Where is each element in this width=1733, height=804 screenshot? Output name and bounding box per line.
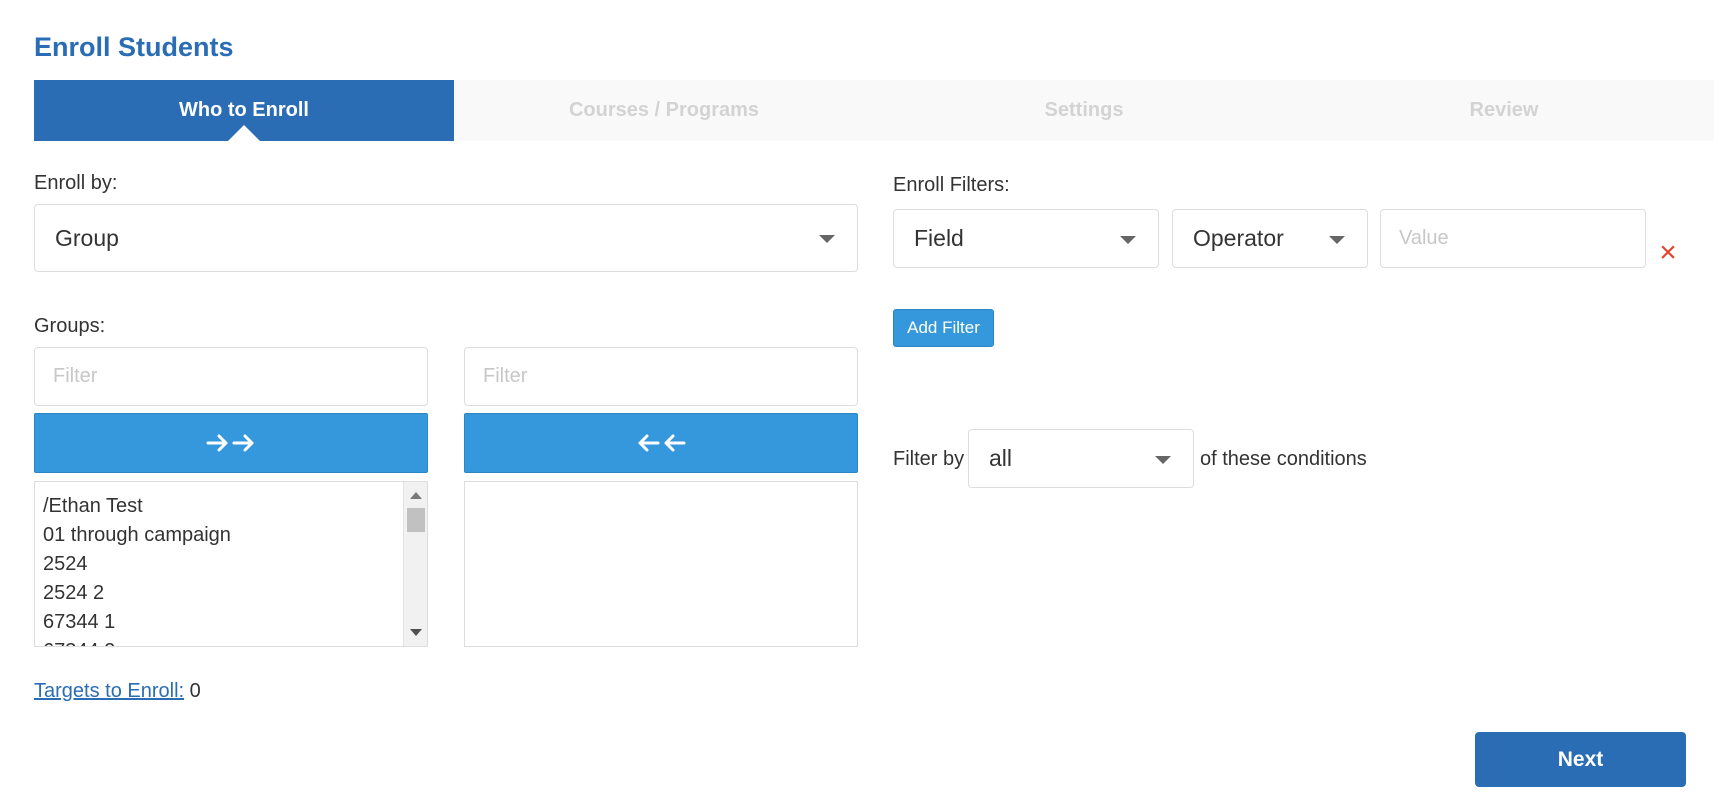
- enroll-by-label: Enroll by:: [34, 172, 118, 194]
- remove-filter-icon[interactable]: ×: [1656, 238, 1680, 268]
- list-item[interactable]: 67344 1: [43, 608, 231, 637]
- enroll-by-select[interactable]: Group: [34, 204, 858, 272]
- filter-operator-value: Operator: [1193, 225, 1284, 251]
- chevron-down-icon: [1120, 235, 1136, 244]
- wizard-steps: Who to Enroll Courses / Programs Setting…: [34, 80, 1714, 141]
- tab-review[interactable]: Review: [1294, 80, 1714, 141]
- tab-courses-programs[interactable]: Courses / Programs: [454, 80, 874, 141]
- targets-to-enroll-link[interactable]: Targets to Enroll:: [34, 680, 184, 702]
- filter-field-select[interactable]: Field: [893, 209, 1159, 268]
- add-all-button[interactable]: [34, 413, 428, 473]
- double-arrow-left-icon: [638, 434, 686, 452]
- filter-by-prefix: Filter by: [893, 448, 965, 470]
- list-scrollbar[interactable]: [403, 482, 427, 646]
- add-filter-button[interactable]: Add Filter: [893, 309, 994, 347]
- filter-field-value: Field: [914, 225, 964, 251]
- list-item[interactable]: 01 through campaign: [43, 521, 231, 550]
- filter-by-suffix: of these conditions: [1200, 448, 1367, 470]
- selected-groups-list[interactable]: [464, 481, 858, 647]
- groups-label: Groups:: [34, 315, 106, 337]
- filter-by-select[interactable]: all: [968, 429, 1194, 488]
- available-groups-filter[interactable]: [34, 347, 428, 406]
- tab-who-to-enroll[interactable]: Who to Enroll: [34, 80, 454, 141]
- filter-by-value: all: [989, 445, 1013, 471]
- list-item[interactable]: 67344 2: [43, 637, 231, 646]
- remove-all-button[interactable]: [464, 413, 858, 473]
- chevron-down-icon: [1329, 235, 1345, 244]
- list-item[interactable]: /Ethan Test: [43, 492, 231, 521]
- next-button[interactable]: Next: [1475, 732, 1686, 787]
- targets-to-enroll: Targets to Enroll: 0: [34, 680, 201, 703]
- filter-operator-select[interactable]: Operator: [1172, 209, 1368, 268]
- scroll-thumb[interactable]: [407, 508, 425, 532]
- selected-groups-filter[interactable]: [464, 347, 858, 406]
- double-arrow-right-icon: [206, 434, 254, 452]
- list-item[interactable]: 2524 2: [43, 579, 231, 608]
- enroll-filters-label: Enroll Filters:: [893, 174, 1010, 196]
- enroll-by-value: Group: [55, 224, 119, 251]
- tab-settings[interactable]: Settings: [874, 80, 1294, 141]
- list-item[interactable]: 2524: [43, 550, 231, 579]
- targets-count: 0: [189, 680, 201, 702]
- chevron-down-icon: [819, 235, 835, 243]
- scroll-down-icon[interactable]: [410, 629, 422, 636]
- scroll-up-icon[interactable]: [410, 492, 422, 499]
- available-groups-list[interactable]: /Ethan Test 01 through campaign 2524 252…: [34, 481, 428, 647]
- page-title: Enroll Students: [34, 32, 234, 62]
- chevron-down-icon: [1155, 455, 1171, 464]
- filter-value-input[interactable]: [1380, 209, 1646, 268]
